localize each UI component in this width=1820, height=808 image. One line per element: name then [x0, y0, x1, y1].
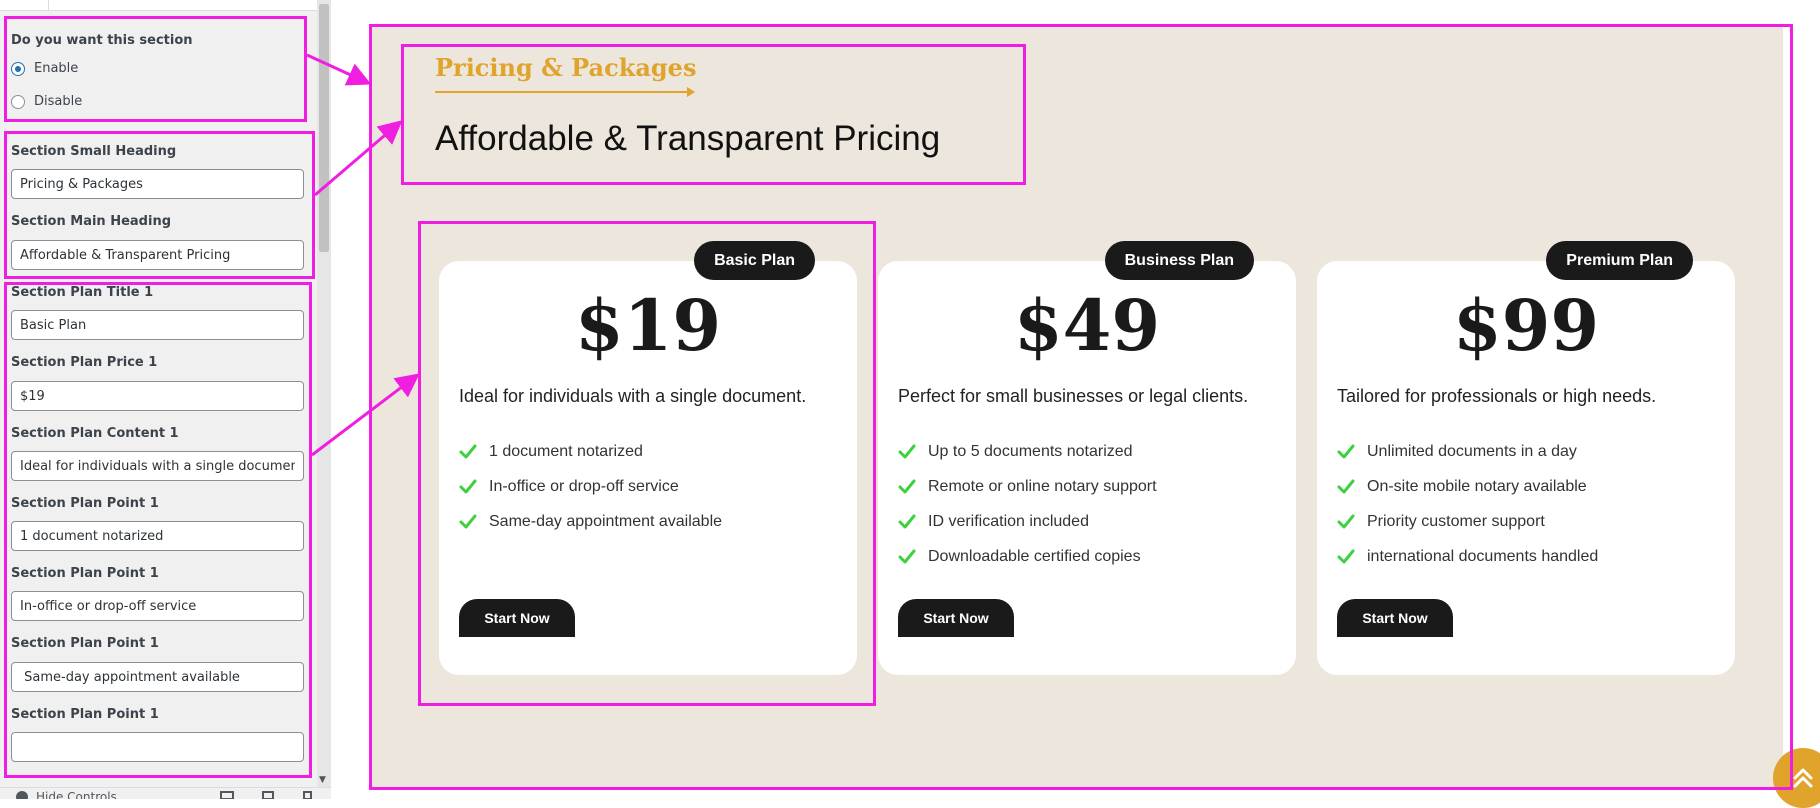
double-chevron-up-icon	[1793, 768, 1813, 788]
plan-title-badge: Premium Plan	[1546, 241, 1693, 280]
plan-point: Remote or online notary support	[898, 469, 1157, 504]
plan-point-1-input[interactable]	[11, 521, 304, 551]
field-label-plan-point-4: Section Plan Point 1	[11, 707, 159, 722]
hide-controls-label: Hide Controls	[36, 790, 117, 799]
field-label-small-heading: Section Small Heading	[11, 144, 177, 159]
section-toggle-label: Do you want this section	[11, 33, 193, 48]
check-icon	[459, 479, 477, 493]
check-icon	[898, 479, 916, 493]
check-icon	[459, 444, 477, 458]
plan-point-text: On-site mobile notary available	[1367, 477, 1587, 495]
plan-point: 1 document notarized	[459, 434, 722, 469]
scroll-to-top-button[interactable]	[1773, 748, 1820, 808]
start-now-button[interactable]: Start Now	[1337, 599, 1453, 637]
radio-enable[interactable]: Enable	[11, 61, 78, 76]
check-icon	[1337, 444, 1355, 458]
check-icon	[898, 549, 916, 563]
plan-price: $19	[574, 284, 722, 367]
radio-enable-label: Enable	[34, 61, 79, 76]
hide-controls-icon	[16, 791, 28, 799]
plan-description: Ideal for individuals with a single docu…	[459, 386, 807, 406]
check-icon	[459, 514, 477, 528]
radio-disable-button[interactable]	[11, 94, 25, 109]
start-now-button[interactable]: Start Now	[459, 599, 575, 637]
radio-disable[interactable]: Disable	[11, 94, 82, 109]
pricing-card-business: Business Plan $49 Perfect for small busi…	[878, 241, 1296, 675]
plan-point-text: Same-day appointment available	[489, 512, 723, 530]
heading-underline-arrow	[435, 87, 695, 97]
section-small-heading: Pricing & Packages	[435, 53, 697, 82]
panel-top-bar	[0, 0, 331, 11]
plan-point-text: 1 document notarized	[489, 442, 643, 460]
plan-point: Same-day appointment available	[459, 504, 722, 539]
plan-price-input[interactable]	[11, 381, 304, 411]
pricing-section: Pricing & Packages Affordable & Transpar…	[371, 25, 1820, 808]
radio-disable-label: Disable	[34, 94, 83, 109]
hide-controls-button[interactable]: Hide Controls	[16, 790, 117, 799]
plan-point: ID verification included	[898, 504, 1157, 539]
plan-point: Up to 5 documents notarized	[898, 434, 1157, 469]
plan-content-input[interactable]	[11, 451, 304, 481]
plan-title-badge: Business Plan	[1104, 241, 1254, 280]
field-label-plan-content: Section Plan Content 1	[11, 426, 179, 441]
plan-point-text: Up to 5 documents notarized	[928, 442, 1133, 460]
plan-point-text: ID verification included	[928, 512, 1089, 530]
desktop-preview-icon[interactable]	[220, 791, 234, 799]
field-label-plan-title: Section Plan Title 1	[11, 285, 154, 300]
plan-point-2-input[interactable]	[11, 591, 304, 621]
plan-point-3-input[interactable]	[11, 662, 304, 692]
scroll-down-arrow-icon[interactable]: ▼	[319, 775, 326, 785]
plan-title-input[interactable]	[11, 310, 304, 340]
start-now-button[interactable]: Start Now	[898, 599, 1014, 637]
field-label-plan-price: Section Plan Price 1	[11, 355, 158, 370]
plan-point: Downloadable certified copies	[898, 539, 1157, 574]
plan-point-text: In-office or drop-off service	[489, 477, 679, 495]
main-heading-input[interactable]	[11, 240, 304, 270]
plan-description: Perfect for small businesses or legal cl…	[898, 386, 1249, 406]
section-main-heading: Affordable & Transparent Pricing	[435, 119, 941, 158]
panel-footer: Hide Controls	[0, 787, 331, 799]
site-preview: Pricing & Packages Affordable & Transpar…	[331, 0, 1820, 808]
check-icon	[1337, 479, 1355, 493]
customizer-panel: Do you want this section Enable Disable …	[0, 0, 331, 799]
field-label-plan-point-2: Section Plan Point 1	[11, 566, 159, 581]
panel-scrollbar[interactable]: ▼	[317, 0, 331, 787]
plan-point-text: Unlimited documents in a day	[1367, 442, 1577, 460]
plan-point: international documents handled	[1337, 539, 1598, 574]
field-label-plan-point-1: Section Plan Point 1	[11, 496, 159, 511]
plan-points-list: 1 document notarized In-office or drop-o…	[459, 434, 722, 539]
plan-point: Unlimited documents in a day	[1337, 434, 1598, 469]
check-icon	[898, 514, 916, 528]
plan-description: Tailored for professionals or high needs…	[1337, 386, 1657, 406]
field-label-main-heading: Section Main Heading	[11, 214, 172, 229]
plan-point: Priority customer support	[1337, 504, 1598, 539]
plan-points-list: Unlimited documents in a day On-site mob…	[1337, 434, 1598, 574]
radio-enable-button[interactable]	[11, 61, 25, 76]
plan-title-badge: Basic Plan	[694, 241, 815, 280]
plan-point-4-input[interactable]	[11, 732, 304, 762]
check-icon	[1337, 514, 1355, 528]
pricing-card-basic: Basic Plan $19 Ideal for individuals wit…	[439, 241, 857, 675]
pricing-card-premium: Premium Plan $99 Tailored for profession…	[1317, 241, 1735, 675]
scrollbar-thumb[interactable]	[319, 4, 329, 252]
field-label-plan-point-3: Section Plan Point 1	[11, 636, 159, 651]
plan-points-list: Up to 5 documents notarized Remote or on…	[898, 434, 1157, 574]
plan-price: $49	[1013, 284, 1161, 367]
plan-point-text: Downloadable certified copies	[928, 547, 1141, 565]
plan-point-text: Remote or online notary support	[928, 477, 1157, 495]
check-icon	[1337, 549, 1355, 563]
plan-point: In-office or drop-off service	[459, 469, 722, 504]
plan-point-text: international documents handled	[1367, 547, 1599, 565]
mobile-preview-icon[interactable]	[303, 791, 312, 799]
small-heading-input[interactable]	[11, 169, 304, 199]
check-icon	[898, 444, 916, 458]
plan-point: On-site mobile notary available	[1337, 469, 1598, 504]
plan-point-text: Priority customer support	[1367, 512, 1545, 530]
top-bar-divider	[48, 0, 49, 10]
plan-price: $99	[1452, 284, 1600, 367]
tablet-preview-icon[interactable]	[262, 791, 274, 799]
